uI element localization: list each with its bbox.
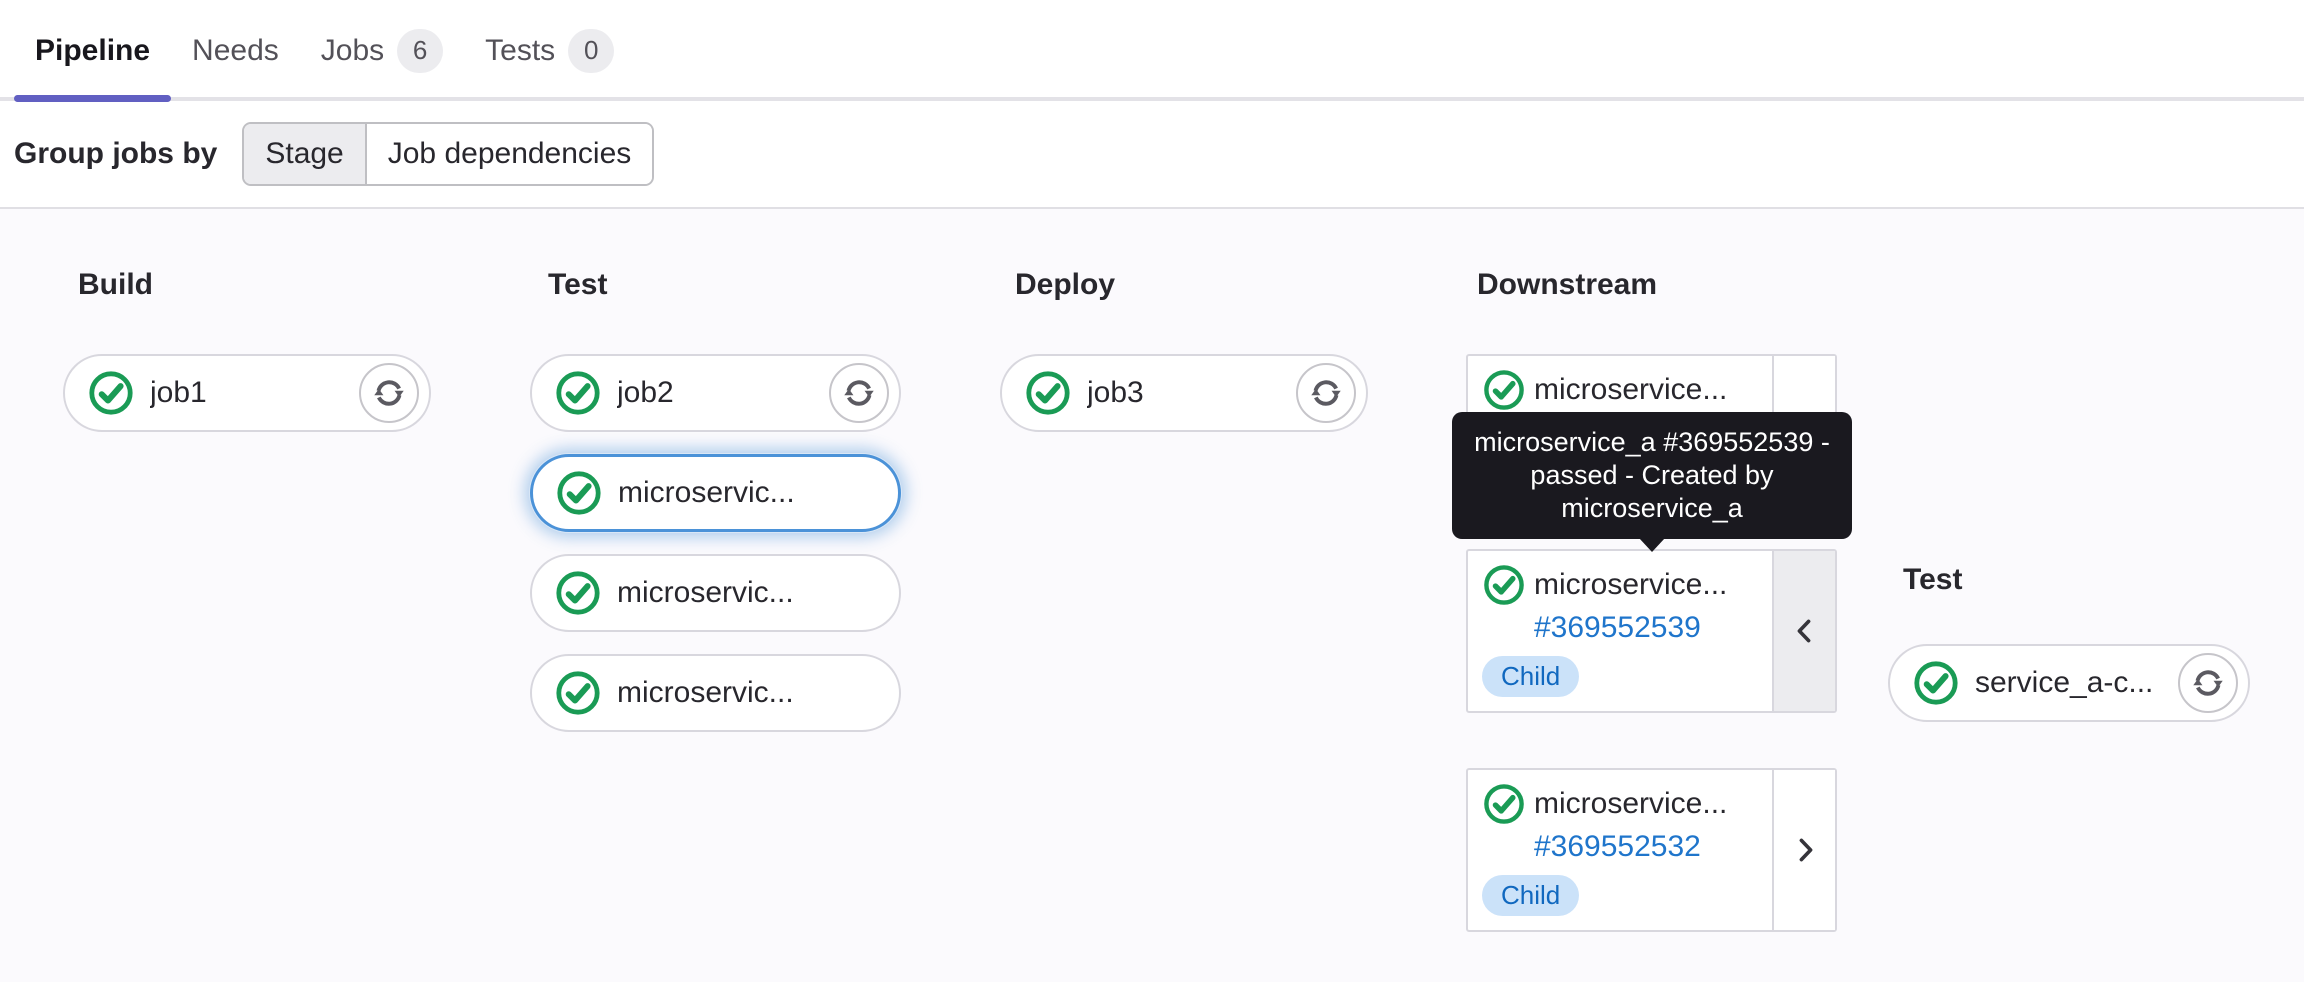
group-by-job-dependencies-button[interactable]: Job dependencies bbox=[366, 124, 653, 184]
job-name: job1 bbox=[150, 376, 207, 409]
downstream-pipeline-card: microservice... #369552532 Child bbox=[1466, 768, 1837, 932]
job-name: microservic... bbox=[617, 576, 794, 609]
job-pill-job3[interactable]: job3 bbox=[1000, 354, 1368, 432]
chevron-right-icon bbox=[1799, 838, 1812, 862]
tab-jobs-label: Jobs bbox=[320, 33, 385, 67]
status-passed-icon bbox=[1482, 368, 1526, 412]
job-pill-microservice-trigger-selected[interactable]: microservic... bbox=[530, 454, 901, 532]
group-by-segmented-control: Stage Job dependencies bbox=[242, 122, 655, 186]
job-pill-service-a[interactable]: service_a-c... bbox=[1888, 644, 2250, 722]
downstream-pipeline-name: microservice... bbox=[1534, 787, 1728, 820]
retry-icon bbox=[2191, 670, 2225, 696]
retry-job-button[interactable] bbox=[359, 363, 419, 423]
job-name: service_a-c... bbox=[1975, 666, 2154, 699]
pipeline-tabs: Pipeline Needs Jobs 6 Tests 0 bbox=[0, 0, 2304, 102]
tooltip-line: microservice_a bbox=[1561, 493, 1743, 523]
group-by-stage-button[interactable]: Stage bbox=[244, 124, 367, 184]
job-name: job2 bbox=[617, 376, 674, 409]
job-pill-job1[interactable]: job1 bbox=[63, 354, 431, 432]
tab-pipeline-label: Pipeline bbox=[35, 33, 151, 67]
downstream-pipeline-id-link[interactable]: #369552539 bbox=[1534, 611, 1772, 645]
collapse-downstream-button[interactable] bbox=[1772, 551, 1835, 711]
expand-downstream-button[interactable] bbox=[1772, 770, 1835, 930]
stage-title-downstream-test: Test bbox=[1903, 563, 1963, 596]
downstream-card-body[interactable]: microservice... #369552532 Child bbox=[1468, 770, 1772, 930]
tooltip-line: passed - Created by bbox=[1530, 460, 1774, 490]
group-jobs-by-label: Group jobs by bbox=[14, 137, 218, 170]
status-passed-icon bbox=[554, 669, 602, 717]
tab-needs-label: Needs bbox=[192, 33, 279, 67]
retry-icon bbox=[842, 380, 876, 406]
status-passed-icon bbox=[554, 369, 602, 417]
tab-tests[interactable]: Tests 0 bbox=[464, 0, 635, 101]
status-passed-icon bbox=[1482, 782, 1526, 826]
downstream-pipeline-id-link[interactable]: #369552532 bbox=[1534, 830, 1772, 864]
pipeline-graph: Build Test Deploy Downstream Test job1 j… bbox=[0, 207, 2304, 982]
job-name: microservic... bbox=[618, 476, 795, 509]
status-passed-icon bbox=[1024, 369, 1072, 417]
job-pill-microservice-trigger[interactable]: microservic... bbox=[530, 554, 901, 632]
pipeline-tooltip: microservice_a #369552539 - passed - Cre… bbox=[1452, 412, 1852, 539]
stage-title-deploy: Deploy bbox=[1015, 268, 1116, 301]
tooltip-line: microservice_a #369552539 - bbox=[1474, 427, 1830, 457]
stage-title-downstream: Downstream bbox=[1477, 268, 1658, 301]
job-pill-microservice-trigger[interactable]: microservic... bbox=[530, 654, 901, 732]
status-passed-icon bbox=[87, 369, 135, 417]
status-passed-icon bbox=[1912, 659, 1960, 707]
retry-job-button[interactable] bbox=[1296, 363, 1356, 423]
pipeline-page: Pipeline Needs Jobs 6 Tests 0 Group jobs… bbox=[0, 0, 2304, 982]
status-passed-icon bbox=[554, 569, 602, 617]
job-pill-job2[interactable]: job2 bbox=[530, 354, 901, 432]
tab-pipeline[interactable]: Pipeline bbox=[14, 0, 172, 102]
retry-icon bbox=[372, 380, 406, 406]
retry-job-button[interactable] bbox=[2178, 653, 2238, 713]
jobs-count-badge: 6 bbox=[397, 28, 444, 73]
downstream-pipeline-name: microservice... bbox=[1534, 373, 1728, 406]
tab-tests-label: Tests bbox=[485, 33, 556, 67]
downstream-pipeline-card: microservice... #369552539 Child bbox=[1466, 549, 1837, 713]
tab-needs[interactable]: Needs bbox=[171, 0, 300, 101]
downstream-card-body[interactable]: microservice... #369552539 Child bbox=[1468, 551, 1772, 711]
child-pipeline-badge: Child bbox=[1482, 875, 1580, 916]
job-name: job3 bbox=[1087, 376, 1144, 409]
group-jobs-bar: Group jobs by Stage Job dependencies bbox=[0, 101, 2304, 207]
status-passed-icon bbox=[555, 469, 603, 517]
child-pipeline-badge: Child bbox=[1482, 656, 1580, 697]
tab-jobs[interactable]: Jobs 6 bbox=[300, 0, 464, 101]
job-name: microservic... bbox=[617, 676, 794, 709]
retry-job-button[interactable] bbox=[829, 363, 889, 423]
stage-title-build: Build bbox=[78, 268, 153, 301]
chevron-left-icon bbox=[1797, 619, 1810, 643]
downstream-pipeline-name: microservice... bbox=[1534, 568, 1728, 601]
status-passed-icon bbox=[1482, 563, 1526, 607]
stage-title-test: Test bbox=[548, 268, 608, 301]
tests-count-badge: 0 bbox=[568, 28, 615, 73]
retry-icon bbox=[1309, 380, 1343, 406]
